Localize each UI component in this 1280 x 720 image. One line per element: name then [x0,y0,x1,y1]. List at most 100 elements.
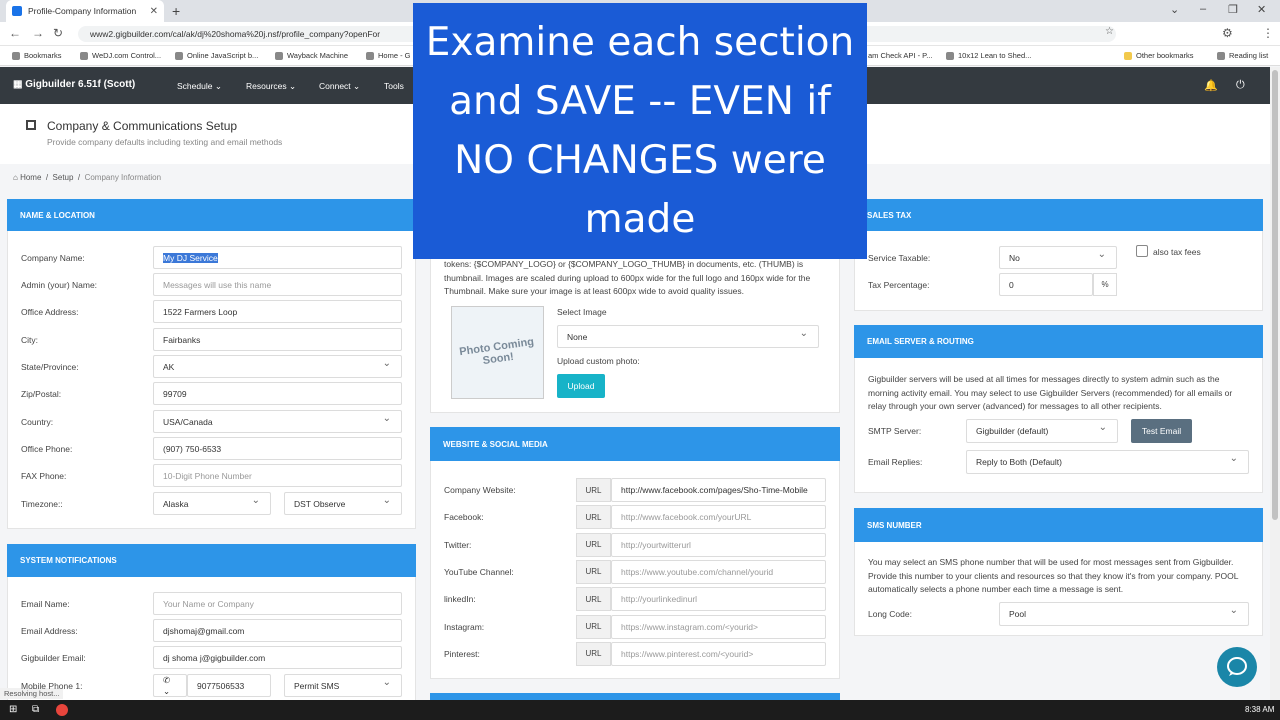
extensions-icon[interactable]: ⚙ [1222,26,1233,40]
url-prefix: URL [576,559,611,584]
phone-country-select[interactable]: ✆ ⌄ [153,674,187,697]
breadcrumb: ⌂ Home / Setup / Company Information [13,173,162,182]
app-brand[interactable]: ▦ Gigbuilder 6.51f (Scott) [13,79,135,90]
url-input[interactable]: https://www.instagram.com/<yourid> [611,614,826,639]
back-icon[interactable]: ← [9,26,21,40]
url-input[interactable]: http://yourlinkedinurl [611,587,826,612]
field-label: City: [21,335,38,345]
bookmark-item[interactable]: Reading list [1217,51,1268,60]
url-input[interactable]: https://www.youtube.com/channel/yourid [611,559,826,584]
field-input[interactable]: Your Name or Company [153,592,402,615]
field-input[interactable]: USA/Canada [153,410,402,433]
also-tax-fees-checkbox[interactable] [1136,245,1148,257]
home-icon: ⌂ [13,173,18,182]
name-location-header: NAME & LOCATION [7,199,416,231]
service-taxable-select[interactable]: No [999,246,1117,269]
new-tab-icon[interactable]: + [172,3,180,19]
bookmark-item[interactable]: Bookmarks [12,51,62,60]
url-prefix: URL [576,505,611,530]
bookmark-item[interactable]: Home - G [366,51,411,60]
scrollbar-thumb[interactable] [1272,70,1278,520]
email-replies-select[interactable]: Reply to Both (Default) [966,450,1249,474]
page-title: Company & Communications Setup [47,119,238,133]
dst-select[interactable]: DST Observe [284,492,402,515]
test-email-button[interactable]: Test Email [1131,419,1192,443]
bookmark-item[interactable]: Wayback Machine [275,51,348,60]
mobile-phone-input[interactable]: 9077506533 [187,674,271,697]
taskbar-clock: 8:38 AM [1245,705,1275,714]
chrome-taskbar-icon[interactable] [56,704,68,716]
url-input[interactable]: http://www.facebook.com/yourURL [611,505,826,530]
notifications-header: SYSTEM NOTIFICATIONS [7,544,416,577]
tax-percentage-input[interactable]: 0 [999,273,1093,296]
star-icon[interactable]: ☆ [1105,26,1114,37]
crumb-current: Company Information [84,173,162,182]
field-label: Pinterest: [444,648,480,659]
bookmark-item[interactable]: WeDJ.com Control... [80,51,161,60]
close-tab-icon[interactable]: ✕ [150,6,158,17]
reload-icon[interactable]: ↻ [53,26,63,40]
crumb-setup[interactable]: Setup [53,173,74,182]
url-input[interactable]: https://www.pinterest.com/<yourid> [611,641,826,666]
field-input[interactable]: (907) 750-6533 [153,437,402,460]
url-prefix: URL [576,587,611,612]
field-input[interactable]: AK [153,355,402,378]
bookmark-item[interactable]: Online JavaScript b... [175,51,258,60]
sms-description: You may select an SMS phone number that … [868,557,1239,594]
menu-schedule[interactable]: Schedule ⌄ [177,81,222,92]
upload-button[interactable]: Upload [557,374,605,398]
logo-description: tokens: {$COMPANY_LOGO} or {$COMPANY_LOG… [444,259,811,296]
permit-sms-select[interactable]: Permit SMS [284,674,402,697]
url-prefix: URL [576,532,611,557]
menu-connect[interactable]: Connect ⌄ [319,81,360,92]
field-label: Instagram: [444,621,485,632]
bookmark-item[interactable]: Other bookmarks [1124,51,1194,60]
url-input[interactable]: http://www.facebook.com/pages/Sho-Time-M… [611,478,826,502]
percent-suffix: % [1093,273,1117,296]
select-image-dropdown[interactable]: None [557,325,819,348]
bookmark-item[interactable]: am Check API - P... [868,51,932,60]
timezone-select[interactable]: Alaska [153,492,271,515]
crumb-home[interactable]: Home [20,173,41,182]
service-taxable-label: Service Taxable: [868,253,931,263]
field-input[interactable]: Messages will use this name [153,273,402,296]
windows-start-icon[interactable]: ⊞ [9,704,17,715]
task-view-icon[interactable]: ⧉ [32,704,39,715]
field-input[interactable]: Fairbanks [153,328,402,351]
field-input[interactable]: dj shoma j@gigbuilder.com [153,646,402,669]
field-label: FAX Phone: [21,471,67,481]
photo-placeholder-text: Photo Coming Soon! [458,335,535,367]
field-input[interactable]: 1522 Farmers Loop [153,300,402,323]
smtp-select[interactable]: Gigbuilder (default) [966,419,1118,443]
maximize-icon[interactable]: ❐ [1228,3,1238,16]
bookmark-item[interactable]: 10x12 Lean to Shed... [946,51,1031,60]
tab-title: Profile-Company Information [28,6,137,16]
forward-icon[interactable]: → [32,26,44,40]
url-input[interactable]: http://yourtwitterurl [611,532,826,557]
close-window-icon[interactable]: ✕ [1257,3,1266,16]
field-input[interactable]: 10-Digit Phone Number [153,464,402,487]
field-label: Email Name: [21,599,70,609]
field-label: Timezone:: [21,499,63,509]
browser-tab[interactable]: Profile-Company Information ✕ [6,0,164,22]
field-label: YouTube Channel: [444,566,514,577]
profile-dropdown-icon[interactable]: ⌄ [1170,3,1179,16]
logo-preview: Photo Coming Soon! [451,306,544,399]
power-icon[interactable]: ⏻ [1236,79,1245,92]
menu-resources[interactable]: Resources ⌄ [246,81,296,92]
select-image-label: Select Image [557,307,607,317]
menu-tools[interactable]: Tools [384,81,404,91]
bell-icon[interactable]: 🔔 [1204,79,1218,92]
field-input[interactable]: djshomaj@gmail.com [153,619,402,642]
sms-header: SMS NUMBER [854,508,1263,542]
minimize-icon[interactable]: – [1200,3,1206,15]
favicon-icon [12,6,22,16]
long-code-select[interactable]: Pool [999,602,1249,626]
field-label: Mobile Phone 1: [21,681,83,691]
field-label: linkedIn: [444,594,476,605]
chat-bubble-button[interactable] [1217,647,1257,687]
menu-icon[interactable]: ⋮ [1262,26,1274,40]
page-subtitle: Provide company defaults including texti… [47,137,283,147]
company-name-input[interactable]: My DJ Service [153,246,402,269]
field-input[interactable]: 99709 [153,382,402,405]
